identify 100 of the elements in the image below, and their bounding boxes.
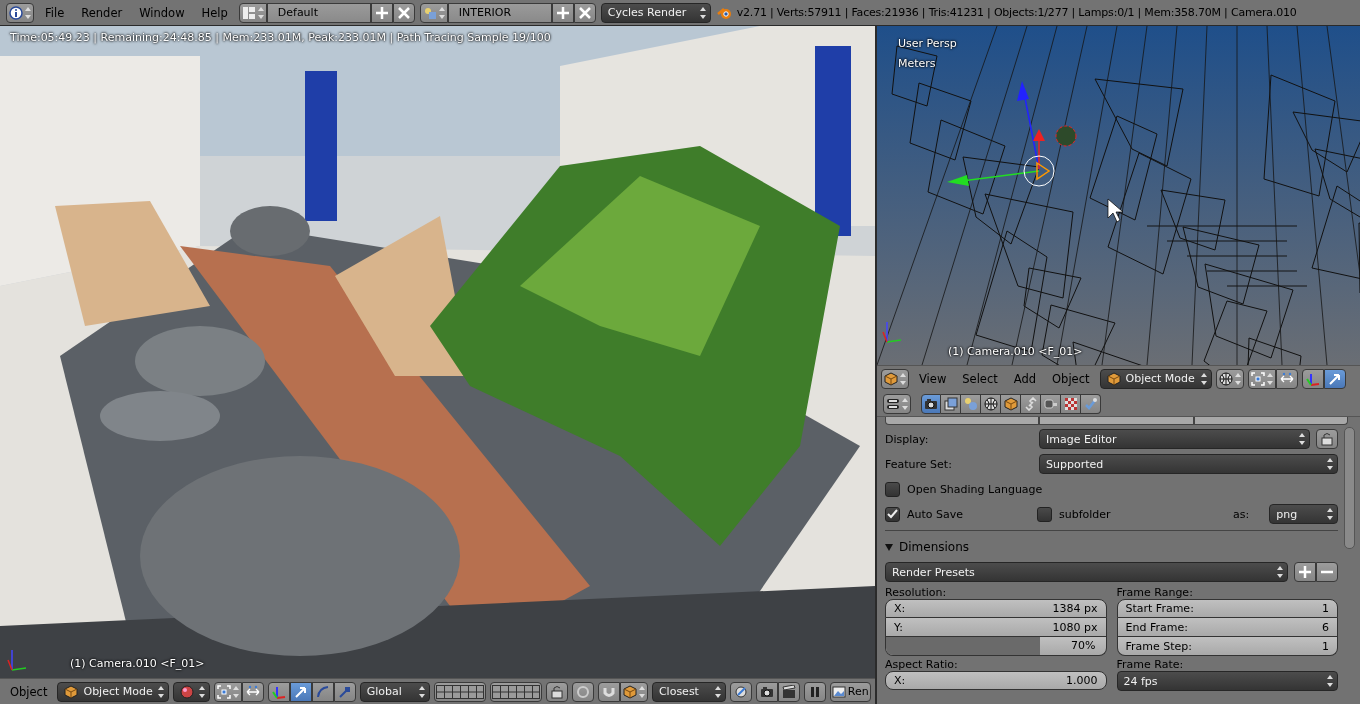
- add-button[interactable]: [370, 2, 393, 23]
- properties-tab[interactable]: [961, 393, 981, 414]
- lock-button[interactable]: [1316, 429, 1338, 449]
- remove-button[interactable]: [392, 2, 415, 23]
- pivot-dropdown[interactable]: [1247, 368, 1276, 389]
- format-dropdown[interactable]: png: [1269, 504, 1338, 524]
- field-label: Aspect Ratio:: [885, 658, 959, 671]
- axes-tool-button[interactable]: [267, 681, 290, 702]
- lock-button[interactable]: [545, 681, 568, 702]
- add-button[interactable]: [1294, 562, 1316, 582]
- orientation-dropdown[interactable]: Global: [359, 681, 430, 702]
- properties-tab[interactable]: [1021, 393, 1041, 414]
- menu-item[interactable]: Render: [75, 3, 129, 22]
- shading-dropdown[interactable]: [172, 681, 210, 702]
- axes-tool-button[interactable]: [1301, 368, 1324, 389]
- translate-tool-button[interactable]: [1323, 368, 1346, 389]
- editor-type-dropdown[interactable]: [883, 393, 911, 414]
- scrollbar[interactable]: [1344, 427, 1355, 549]
- mode-dropdown[interactable]: Object Mode: [57, 681, 169, 702]
- expand-triangle-icon[interactable]: [885, 543, 893, 551]
- align-button[interactable]: [729, 681, 752, 702]
- properties-tab[interactable]: [1041, 393, 1061, 414]
- properties-tab[interactable]: [1061, 393, 1081, 414]
- field-label: Frame Range:: [1116, 586, 1194, 599]
- screen-layout-name-field[interactable]: Default: [266, 2, 371, 23]
- presets-dropdown[interactable]: Render Presets: [885, 562, 1288, 582]
- menu-item[interactable]: Select: [956, 369, 1004, 388]
- render-tab-button[interactable]: [1039, 417, 1194, 425]
- render-tab-button[interactable]: [1193, 417, 1348, 425]
- ring-icon: [575, 684, 590, 699]
- checkbox[interactable]: [885, 481, 900, 497]
- panel-title[interactable]: Dimensions: [899, 540, 970, 554]
- updown-icon: [699, 6, 706, 19]
- number-field[interactable]: X: 1384 px: [885, 599, 1107, 618]
- percentage-slider[interactable]: 70%: [885, 637, 1107, 656]
- menu-item[interactable]: Help: [195, 3, 234, 22]
- manipulator-toggle[interactable]: [241, 681, 264, 702]
- shading-dropdown[interactable]: [1215, 368, 1244, 389]
- menu-item[interactable]: Object: [1046, 369, 1096, 388]
- scale-tool-button[interactable]: [333, 681, 356, 702]
- snap-element-dropdown[interactable]: [619, 681, 648, 702]
- proportional-edit-button[interactable]: [571, 681, 594, 702]
- number-field[interactable]: X: 1.000: [885, 671, 1107, 690]
- number-field[interactable]: Start Frame: 1: [1116, 599, 1338, 618]
- render-tab-button[interactable]: [885, 417, 1040, 425]
- checkbox[interactable]: [885, 506, 900, 522]
- rotate-tool-button[interactable]: [311, 681, 334, 702]
- pivot-icon: [1250, 371, 1265, 386]
- remove-button[interactable]: [1316, 562, 1338, 582]
- properties-tab[interactable]: [981, 393, 1001, 414]
- pivot-icon: [216, 684, 231, 699]
- properties-tab[interactable]: [1001, 393, 1021, 414]
- layer-grid[interactable]: [433, 681, 486, 702]
- menu-item[interactable]: Object: [4, 682, 54, 701]
- menu-item[interactable]: Add: [1007, 369, 1043, 388]
- updown-icon: [1327, 675, 1333, 687]
- manipulator-toggle[interactable]: [1275, 368, 1298, 389]
- display-dropdown[interactable]: Image Editor: [1039, 429, 1310, 449]
- scene-name-field[interactable]: INTERIOR: [447, 2, 552, 23]
- render-animation-button[interactable]: [777, 681, 800, 702]
- snap-target-dropdown[interactable]: Closest: [651, 681, 726, 702]
- pause-button[interactable]: [803, 681, 826, 702]
- translate-tool-button[interactable]: [289, 681, 312, 702]
- updown-icon: [257, 6, 264, 19]
- pivot-dropdown[interactable]: [213, 681, 242, 702]
- number-field[interactable]: Frame Step: 1: [1116, 637, 1338, 656]
- remove-button[interactable]: [573, 2, 596, 23]
- editor-type-dropdown[interactable]: [881, 368, 909, 389]
- mode-dropdown[interactable]: Object Mode: [1099, 368, 1212, 389]
- editor-type-dropdown[interactable]: [6, 2, 34, 23]
- object-label: (1) Camera.010 <F_01>: [70, 657, 205, 670]
- updown-icon: [198, 685, 205, 698]
- number-field[interactable]: Y: 1080 px: [885, 618, 1107, 637]
- menu-item[interactable]: File: [39, 3, 71, 22]
- align-icon: [733, 684, 748, 699]
- render-engine-dropdown[interactable]: Cycles Render: [600, 2, 711, 23]
- snap-button[interactable]: [597, 681, 620, 702]
- cube-icon: [884, 371, 898, 386]
- menu-item[interactable]: Window: [133, 3, 191, 22]
- number-field[interactable]: End Frame: 6: [1116, 618, 1338, 637]
- camera-icon: [924, 396, 938, 411]
- screen-layout-browse-button[interactable]: [238, 2, 267, 23]
- render-image-button[interactable]: [755, 681, 778, 702]
- render-button[interactable]: Ren: [829, 681, 871, 702]
- properties-tab[interactable]: [1081, 393, 1101, 414]
- add-button[interactable]: [551, 2, 574, 23]
- properties-tab[interactable]: [921, 393, 941, 414]
- updown-icon: [900, 372, 906, 385]
- layout-icon: [241, 5, 256, 20]
- properties-tab[interactable]: [941, 393, 961, 414]
- checkbox[interactable]: [1037, 506, 1052, 522]
- render-status-text: Time:05:49.23 | Remaining:24:48.85 | Mem:233.01M, Peak:233.01M | Path Tracing Sample 19/100: [10, 31, 551, 44]
- layer-grid[interactable]: [489, 681, 542, 702]
- frame-rate-dropdown[interactable]: 24 fps: [1116, 671, 1338, 691]
- feature-set-dropdown[interactable]: Supported: [1039, 454, 1338, 474]
- scene-browse-button[interactable]: [419, 2, 448, 23]
- menu-item[interactable]: View: [913, 369, 953, 388]
- field-value: 1: [1322, 602, 1329, 615]
- updown-icon: [1277, 566, 1283, 578]
- checkbox-label: subfolder: [1059, 507, 1111, 521]
